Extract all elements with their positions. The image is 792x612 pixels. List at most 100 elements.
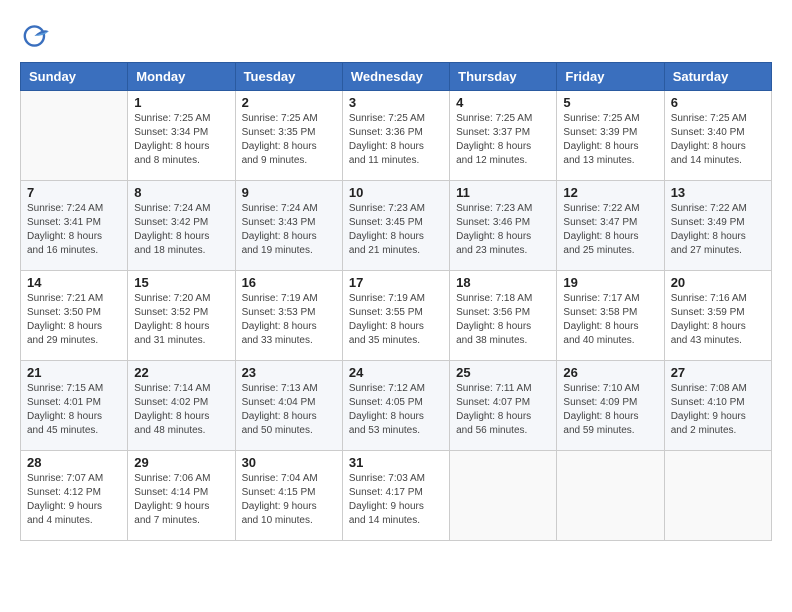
day-info: Sunrise: 7:13 AM Sunset: 4:04 PM Dayligh… <box>242 382 336 438</box>
page-header <box>20 20 772 52</box>
day-number: 28 <box>27 455 121 470</box>
calendar-cell: 3Sunrise: 7:25 AM Sunset: 3:36 PM Daylig… <box>342 91 449 181</box>
day-info: Sunrise: 7:22 AM Sunset: 3:47 PM Dayligh… <box>563 202 657 258</box>
day-info: Sunrise: 7:23 AM Sunset: 3:46 PM Dayligh… <box>456 202 550 258</box>
day-info: Sunrise: 7:03 AM Sunset: 4:17 PM Dayligh… <box>349 472 443 528</box>
calendar-cell: 31 Sunrise: 7:03 AM Sunset: 4:17 PM Dayli… <box>342 451 449 541</box>
day-header-saturday: Saturday <box>664 63 771 91</box>
day-header-monday: Monday <box>128 63 235 91</box>
day-header-tuesday: Tuesday <box>235 63 342 91</box>
calendar-cell: 10 Sunrise: 7:23 AM Sunset: 3:45 PM Dayli… <box>342 181 449 271</box>
day-number: 14 <box>27 275 121 290</box>
day-number: 25 <box>456 365 550 380</box>
calendar-cell: 16Sunrise: 7:19 AM Sunset: 3:53 PM Dayli… <box>235 271 342 361</box>
calendar-cell: 26 Sunrise: 7:10 AM Sunset: 4:09 PM Dayli… <box>557 361 664 451</box>
day-number: 27 <box>671 365 765 380</box>
day-number: 6 <box>671 95 765 110</box>
day-info: Sunrise: 7:25 AM Sunset: 3:35 PM Dayligh… <box>242 112 336 168</box>
day-number: 12 <box>563 185 657 200</box>
calendar-cell: 14 Sunrise: 7:21 AM Sunset: 3:50 PM Dayli… <box>21 271 128 361</box>
calendar-cell <box>557 451 664 541</box>
calendar-table: SundayMondayTuesdayWednesdayThursdayFrid… <box>20 62 772 541</box>
calendar-cell: 29 Sunrise: 7:06 AM Sunset: 4:14 PM Dayli… <box>128 451 235 541</box>
calendar-week-4: 21 Sunrise: 7:15 AM Sunset: 4:01 PM Dayli… <box>21 361 772 451</box>
logo <box>20 20 56 52</box>
day-number: 1 <box>134 95 228 110</box>
calendar-cell: 8 Sunrise: 7:24 AM Sunset: 3:42 PM Daylig… <box>128 181 235 271</box>
day-number: 9 <box>242 185 336 200</box>
calendar-cell: 2 Sunrise: 7:25 AM Sunset: 3:35 PM Daylig… <box>235 91 342 181</box>
day-info: Sunrise: 7:18 AM Sunset: 3:56 PM Dayligh… <box>456 292 550 348</box>
day-number: 21 <box>27 365 121 380</box>
calendar-cell: 19Sunrise: 7:17 AM Sunset: 3:58 PM Dayli… <box>557 271 664 361</box>
calendar-cell: 11 Sunrise: 7:23 AM Sunset: 3:46 PM Dayli… <box>450 181 557 271</box>
calendar-cell: 9 Sunrise: 7:24 AM Sunset: 3:43 PM Daylig… <box>235 181 342 271</box>
day-header-wednesday: Wednesday <box>342 63 449 91</box>
day-info: Sunrise: 7:06 AM Sunset: 4:14 PM Dayligh… <box>134 472 228 528</box>
day-info: Sunrise: 7:25 AM Sunset: 3:36 PM Dayligh… <box>349 112 443 168</box>
day-number: 5 <box>563 95 657 110</box>
day-number: 26 <box>563 365 657 380</box>
calendar-week-1: 1 Sunrise: 7:25 AM Sunset: 3:34 PM Daylig… <box>21 91 772 181</box>
day-number: 31 <box>349 455 443 470</box>
day-number: 19 <box>563 275 657 290</box>
calendar-cell: 12 Sunrise: 7:22 AM Sunset: 3:47 PM Dayli… <box>557 181 664 271</box>
calendar-cell: 1 Sunrise: 7:25 AM Sunset: 3:34 PM Daylig… <box>128 91 235 181</box>
day-info: Sunrise: 7:23 AM Sunset: 3:45 PM Dayligh… <box>349 202 443 258</box>
day-number: 23 <box>242 365 336 380</box>
day-number: 30 <box>242 455 336 470</box>
calendar-cell: 30Sunrise: 7:04 AM Sunset: 4:15 PM Dayli… <box>235 451 342 541</box>
calendar-cell: 21 Sunrise: 7:15 AM Sunset: 4:01 PM Dayli… <box>21 361 128 451</box>
day-info: Sunrise: 7:11 AM Sunset: 4:07 PM Dayligh… <box>456 382 550 438</box>
day-number: 7 <box>27 185 121 200</box>
calendar-cell <box>664 451 771 541</box>
day-number: 29 <box>134 455 228 470</box>
calendar-cell <box>21 91 128 181</box>
calendar-cell <box>450 451 557 541</box>
calendar-cell: 23 Sunrise: 7:13 AM Sunset: 4:04 PM Dayli… <box>235 361 342 451</box>
day-number: 10 <box>349 185 443 200</box>
calendar-cell: 28 Sunrise: 7:07 AM Sunset: 4:12 PM Dayli… <box>21 451 128 541</box>
calendar-cell: 24 Sunrise: 7:12 AM Sunset: 4:05 PM Dayli… <box>342 361 449 451</box>
calendar-cell: 27 Sunrise: 7:08 AM Sunset: 4:10 PM Dayli… <box>664 361 771 451</box>
calendar-cell: 25 Sunrise: 7:11 AM Sunset: 4:07 PM Dayli… <box>450 361 557 451</box>
day-number: 8 <box>134 185 228 200</box>
calendar-week-2: 7Sunrise: 7:24 AM Sunset: 3:41 PM Daylig… <box>21 181 772 271</box>
day-number: 18 <box>456 275 550 290</box>
day-info: Sunrise: 7:25 AM Sunset: 3:34 PM Dayligh… <box>134 112 228 168</box>
day-number: 13 <box>671 185 765 200</box>
calendar-cell: 4 Sunrise: 7:25 AM Sunset: 3:37 PM Daylig… <box>450 91 557 181</box>
calendar-week-5: 28 Sunrise: 7:07 AM Sunset: 4:12 PM Dayli… <box>21 451 772 541</box>
day-info: Sunrise: 7:19 AM Sunset: 3:55 PM Dayligh… <box>349 292 443 348</box>
day-info: Sunrise: 7:20 AM Sunset: 3:52 PM Dayligh… <box>134 292 228 348</box>
calendar-cell: 5Sunrise: 7:25 AM Sunset: 3:39 PM Daylig… <box>557 91 664 181</box>
day-info: Sunrise: 7:12 AM Sunset: 4:05 PM Dayligh… <box>349 382 443 438</box>
calendar-week-3: 14 Sunrise: 7:21 AM Sunset: 3:50 PM Dayli… <box>21 271 772 361</box>
day-info: Sunrise: 7:16 AM Sunset: 3:59 PM Dayligh… <box>671 292 765 348</box>
day-info: Sunrise: 7:22 AM Sunset: 3:49 PM Dayligh… <box>671 202 765 258</box>
day-info: Sunrise: 7:08 AM Sunset: 4:10 PM Dayligh… <box>671 382 765 438</box>
day-info: Sunrise: 7:19 AM Sunset: 3:53 PM Dayligh… <box>242 292 336 348</box>
day-info: Sunrise: 7:24 AM Sunset: 3:43 PM Dayligh… <box>242 202 336 258</box>
calendar-cell: 6 Sunrise: 7:25 AM Sunset: 3:40 PM Daylig… <box>664 91 771 181</box>
calendar-cell: 17 Sunrise: 7:19 AM Sunset: 3:55 PM Dayli… <box>342 271 449 361</box>
day-number: 24 <box>349 365 443 380</box>
day-info: Sunrise: 7:21 AM Sunset: 3:50 PM Dayligh… <box>27 292 121 348</box>
day-number: 11 <box>456 185 550 200</box>
day-number: 2 <box>242 95 336 110</box>
calendar-header-row: SundayMondayTuesdayWednesdayThursdayFrid… <box>21 63 772 91</box>
day-info: Sunrise: 7:07 AM Sunset: 4:12 PM Dayligh… <box>27 472 121 528</box>
day-header-sunday: Sunday <box>21 63 128 91</box>
day-info: Sunrise: 7:25 AM Sunset: 3:37 PM Dayligh… <box>456 112 550 168</box>
calendar-cell: 18 Sunrise: 7:18 AM Sunset: 3:56 PM Dayli… <box>450 271 557 361</box>
day-header-friday: Friday <box>557 63 664 91</box>
day-info: Sunrise: 7:15 AM Sunset: 4:01 PM Dayligh… <box>27 382 121 438</box>
day-number: 4 <box>456 95 550 110</box>
day-info: Sunrise: 7:14 AM Sunset: 4:02 PM Dayligh… <box>134 382 228 438</box>
day-info: Sunrise: 7:25 AM Sunset: 3:40 PM Dayligh… <box>671 112 765 168</box>
day-info: Sunrise: 7:10 AM Sunset: 4:09 PM Dayligh… <box>563 382 657 438</box>
day-info: Sunrise: 7:24 AM Sunset: 3:42 PM Dayligh… <box>134 202 228 258</box>
day-number: 17 <box>349 275 443 290</box>
day-number: 15 <box>134 275 228 290</box>
calendar-cell: 7Sunrise: 7:24 AM Sunset: 3:41 PM Daylig… <box>21 181 128 271</box>
